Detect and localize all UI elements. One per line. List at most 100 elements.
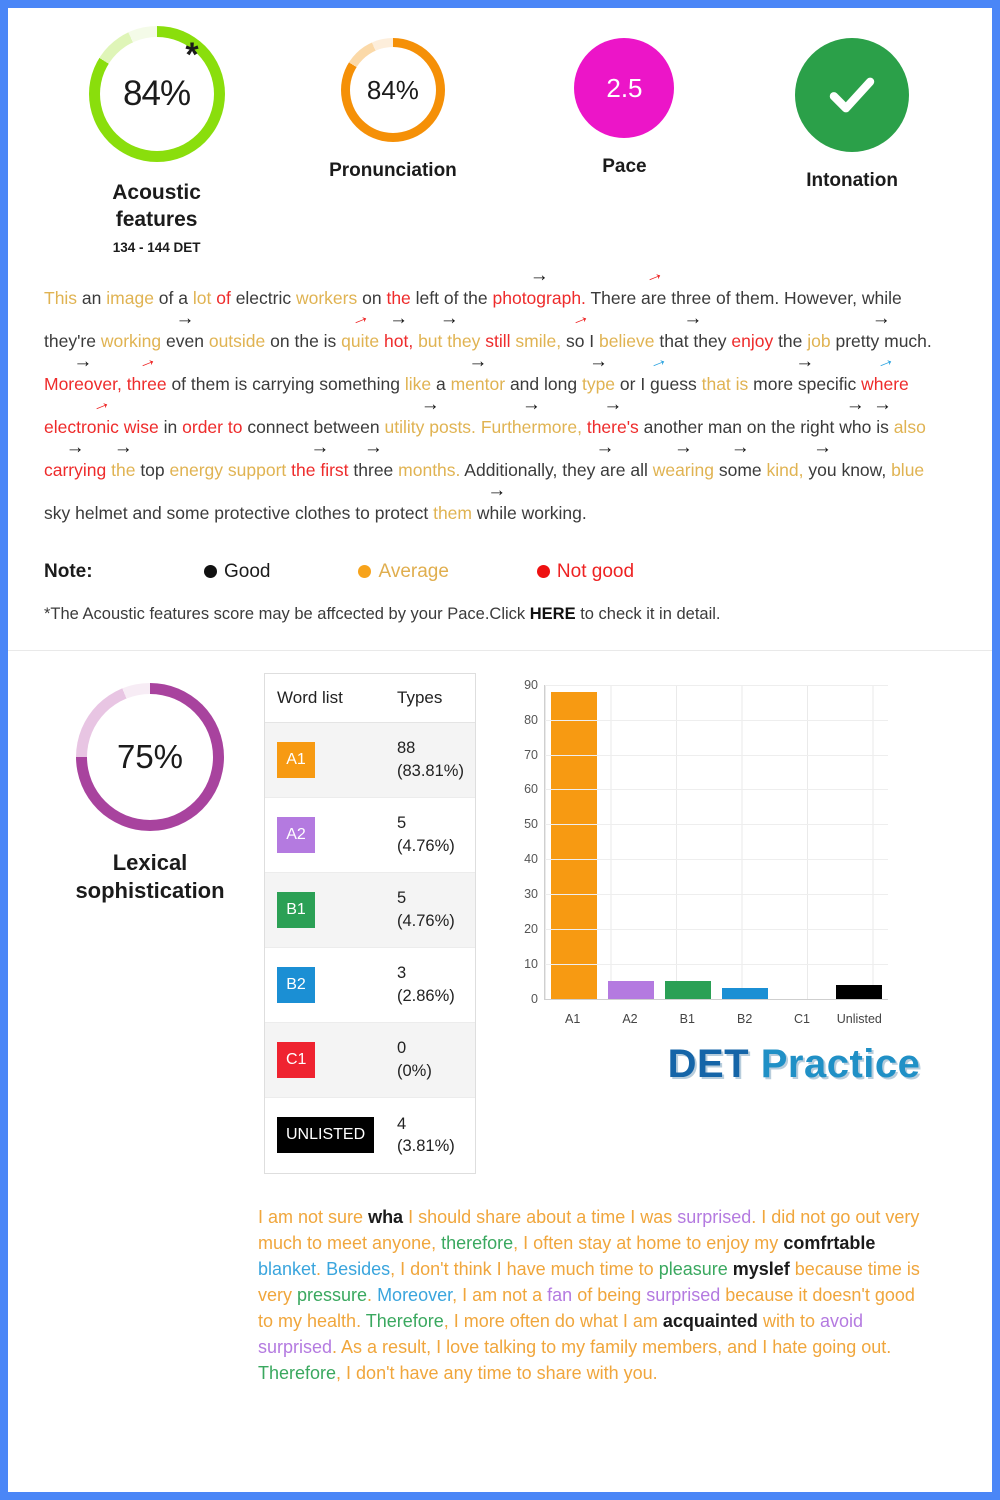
intonation-label: Intonation: [806, 170, 898, 191]
chart-gridline: [545, 789, 888, 791]
essay-token: , I often stay at home to enjoy my: [513, 1232, 784, 1253]
transcript-token: There: [585, 287, 637, 308]
legend-not-good-label: Not good: [556, 560, 635, 582]
essay-token: surprised: [258, 1336, 333, 1357]
essay-token: . As a result, I love talking to my fami…: [332, 1336, 887, 1357]
speech-transcript: This an image of a lot of electric worke…: [8, 255, 992, 535]
logo-det: DET: [667, 1041, 750, 1086]
pause-arrow-icon: →: [730, 436, 750, 458]
transcript-token: the: [773, 330, 808, 351]
transcript-token: photograph. →: [492, 264, 586, 308]
transcript-token: working: [100, 330, 162, 351]
transcript-token: of: [216, 287, 231, 308]
chart-y-tick: 10: [524, 956, 538, 971]
pause-arrow-icon: →: [812, 436, 832, 458]
transcript-token: blue: [891, 459, 925, 480]
chart-x-tick: B1: [679, 1011, 695, 1026]
pause-arrow-icon: →: [310, 436, 330, 458]
pronunciation-value: 84%: [366, 74, 419, 105]
pause-arrow-icon: →: [673, 436, 693, 458]
transcript-token: of a: [153, 287, 193, 308]
transcript-token: some →: [714, 436, 767, 480]
transcript-token: connect between: [242, 416, 385, 437]
metric-pace[interactable]: 2.5 Pace: [509, 26, 741, 179]
table-row: B2 3 (2.86%): [265, 948, 475, 1023]
table-header-row: Word list Types: [265, 673, 475, 723]
chart-bar[interactable]: [722, 988, 769, 999]
chart-bar-slot: [831, 685, 888, 999]
essay-token: .: [356, 1310, 366, 1331]
transcript-token: where →: [861, 347, 909, 394]
acoustic-sublabel: 134 - 144 DET: [112, 239, 201, 255]
chart-gridline: [545, 859, 888, 861]
legend-average-label: Average: [378, 560, 449, 582]
transcript-token: is →: [871, 393, 894, 437]
legend-not-good: Not good: [536, 560, 635, 583]
lexical-row: 75% Lexical sophistication Word list Typ…: [8, 672, 992, 1174]
transcript-token: there's →: [586, 393, 639, 437]
essay-token: Moreover: [377, 1284, 453, 1305]
essay-token: I am not sure: [258, 1206, 369, 1227]
pause-arrow-icon: →: [871, 307, 891, 329]
types-count: 5: [397, 889, 407, 908]
metric-acoustic[interactable]: 84% * Acoustic features 134 - 144 DET: [36, 26, 277, 255]
word-level-chart: 0 10 20 30 40 50 60 70 80 90 A1 A2 B1 B2 C1 Unlisted D…: [476, 673, 964, 1174]
essay-token: comfrtable: [783, 1232, 876, 1253]
transcript-token: another man on the right: [638, 416, 840, 437]
transcript-token: and long: [505, 373, 582, 394]
types-count: 3: [397, 964, 407, 983]
chart-x-tick: Unlisted: [836, 1011, 882, 1026]
transcript-token: left of the: [410, 287, 493, 308]
pause-arrow-icon: →: [640, 261, 667, 289]
chart-bar[interactable]: [550, 691, 597, 999]
chart-y-tick: 60: [524, 782, 538, 797]
transcript-token: mentor →: [450, 350, 506, 394]
pace-label: Pace: [602, 156, 647, 177]
transcript-token: lot: [192, 287, 212, 308]
metric-pronunciation[interactable]: 84% Pronunciation: [277, 26, 509, 183]
chart-bar-slot: [717, 685, 774, 999]
pause-arrow-icon: →: [683, 307, 703, 329]
types-percent: (4.76%): [397, 911, 455, 930]
pause-arrow-icon: →: [389, 307, 409, 329]
cell-level: UNLISTED: [277, 1117, 397, 1154]
lexical-panel: 75% Lexical sophistication Word list Typ…: [8, 659, 992, 1492]
table-row: C1 0 (0%): [265, 1022, 475, 1098]
metric-intonation[interactable]: Intonation: [740, 26, 964, 193]
transcript-token: sky helmet and some protective clothes t…: [44, 502, 434, 523]
pause-arrow-icon: →: [487, 479, 507, 501]
essay-token: I should share about a time I was: [403, 1206, 678, 1227]
chart-y-tick: 30: [524, 887, 538, 902]
transcript-token: they're: [44, 330, 101, 351]
chart-y-tick: 20: [524, 921, 538, 936]
essay-token: , I am not a: [452, 1284, 548, 1305]
transcript-token: working.: [521, 502, 587, 523]
chart-bar[interactable]: [836, 984, 883, 999]
chart-bar[interactable]: [607, 981, 654, 999]
chart-gridline: [545, 894, 888, 896]
transcript-token: them: [433, 502, 472, 523]
lexical-score[interactable]: 75% Lexical sophistication: [36, 673, 264, 1174]
chart-bar[interactable]: [664, 981, 711, 999]
header-word-list: Word list: [277, 687, 343, 707]
transcript-token: electric: [230, 287, 296, 308]
chart-y-tick: 40: [524, 852, 538, 867]
pause-arrow-icon: →: [795, 350, 815, 372]
table-row: A1 88 (83.81%): [265, 722, 475, 798]
level-chip: A1: [277, 741, 315, 778]
essay-token: therefore: [441, 1232, 514, 1253]
word-list-table: Word list Types A1 88 (83.81%) A2 5 (4.76%) B1…: [264, 672, 476, 1174]
pause-arrow-icon: →: [73, 350, 93, 372]
transcript-token: electronic wise →: [44, 390, 159, 437]
table-row: B1 5 (4.76%): [265, 872, 475, 948]
transcript-token: top: [135, 459, 170, 480]
transcript-token: even →: [161, 307, 209, 351]
here-link[interactable]: HERE: [530, 605, 576, 623]
transcript-token: kind,: [766, 459, 804, 480]
level-chip: B1: [277, 891, 315, 928]
cell-types: 4 (3.81%): [397, 1113, 455, 1158]
footnote-pre: *The Acoustic features score may be affc…: [44, 604, 530, 623]
pause-arrow-icon: →: [873, 393, 893, 415]
cell-level: A2: [277, 816, 397, 853]
table-row: A2 5 (4.76%): [265, 798, 475, 873]
